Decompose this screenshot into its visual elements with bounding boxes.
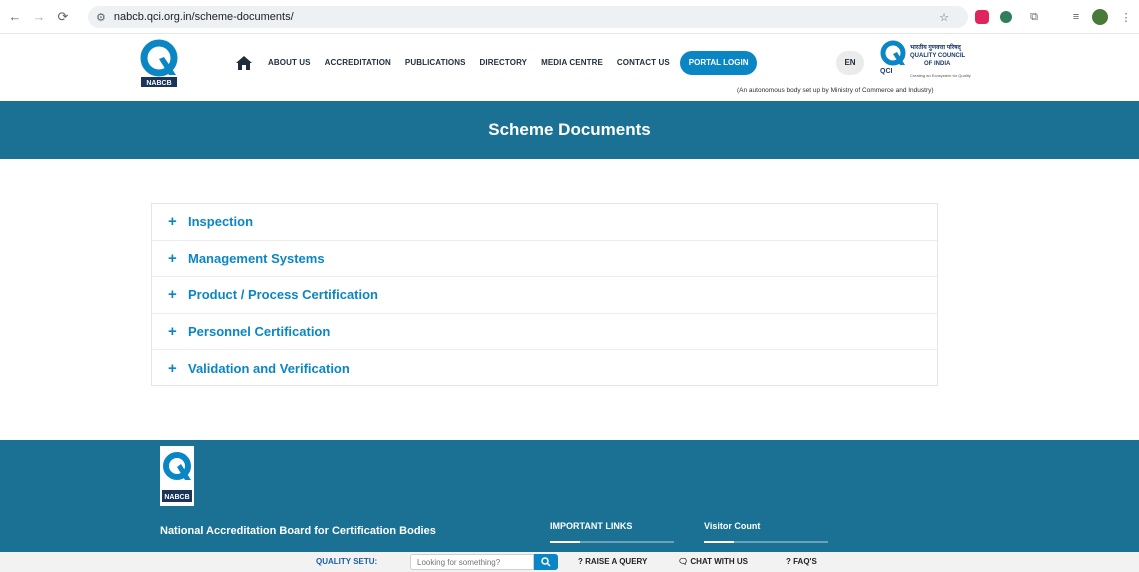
profile-avatar-icon[interactable]	[1092, 9, 1108, 25]
nav-about-us[interactable]: ABOUT US	[268, 51, 311, 75]
nav-contact-us[interactable]: CONTACT US	[617, 51, 670, 75]
footer-logo[interactable]: NABCB	[160, 446, 194, 506]
accordion-label: Inspection	[188, 214, 254, 230]
chat-icon: 🗨	[678, 557, 689, 566]
qci-abbreviation: QCI	[880, 68, 893, 75]
extension-icon[interactable]	[975, 10, 989, 24]
search-button[interactable]	[534, 554, 558, 570]
address-bar[interactable]: ⚙ nabcb.qci.org.in/scheme-documents/	[88, 6, 968, 28]
nav-accreditation[interactable]: ACCREDITATION	[325, 51, 391, 75]
back-icon[interactable]: ←	[6, 8, 24, 26]
chat-link[interactable]: 🗨 CHAT WITH US	[678, 557, 748, 566]
header-tagline: (An autonomous body set up by Ministry o…	[737, 87, 934, 94]
qci-logo-icon	[880, 40, 906, 66]
url-text: nabcb.qci.org.in/scheme-documents/	[113, 11, 294, 23]
main-nav: ABOUT US ACCREDITATION PUBLICATIONS DIRE…	[268, 51, 758, 75]
scheme-documents-accordion: + Inspection + Management Systems + Prod…	[151, 203, 938, 386]
accordion-item-validation-verification[interactable]: + Validation and Verification	[152, 350, 937, 387]
qci-name: भारतीय गुणवत्ता परिषद् QUALITY COUNCIL O…	[910, 45, 966, 67]
extension-icon[interactable]	[1000, 11, 1012, 23]
important-links-divider	[550, 541, 674, 543]
forward-icon[interactable]: →	[30, 8, 48, 26]
nav-publications[interactable]: PUBLICATIONS	[405, 51, 466, 75]
accordion-item-product-process-certification[interactable]: + Product / Process Certification	[152, 277, 937, 314]
accordion-label: Validation and Verification	[188, 361, 350, 377]
important-links-heading: IMPORTANT LINKS	[550, 521, 633, 531]
footer-logo-text: NABCB	[164, 494, 189, 501]
footer-logo-icon: NABCB	[160, 446, 194, 506]
plus-icon: +	[168, 213, 177, 231]
language-selector[interactable]: EN	[836, 51, 864, 75]
page-title: Scheme Documents	[488, 120, 651, 139]
site-header: NABCB ABOUT US ACCREDITATION PUBLICATION…	[0, 35, 1139, 101]
visitor-count-divider	[704, 541, 828, 543]
faqs-link[interactable]: ? FAQ'S	[786, 557, 817, 566]
plus-icon: +	[168, 249, 177, 267]
quality-setu-search-input[interactable]	[410, 554, 534, 570]
home-icon[interactable]	[236, 56, 252, 70]
visitor-count-heading: Visitor Count	[704, 521, 761, 531]
nav-directory[interactable]: DIRECTORY	[480, 51, 528, 75]
accordion-item-inspection[interactable]: + Inspection	[152, 204, 937, 241]
accordion-label: Personnel Certification	[188, 324, 331, 340]
portal-login-button[interactable]: PORTAL LOGIN	[679, 51, 758, 75]
qci-subtitle: Creating an Ecosystem for Quality	[910, 73, 971, 78]
plus-icon: +	[168, 323, 177, 341]
browser-menu-icon[interactable]: ⋮	[1118, 9, 1134, 25]
quality-setu-bar: QUALITY SETU: ? RAISE A QUERY 🗨 CHAT WIT…	[0, 552, 1139, 572]
accordion-label: Management Systems	[188, 250, 325, 266]
nabcb-logo[interactable]: NABCB	[136, 39, 182, 87]
logo-text: NABCB	[146, 80, 171, 87]
plus-icon: +	[168, 286, 177, 304]
site-info-icon[interactable]: ⚙	[96, 11, 106, 24]
extensions-puzzle-icon[interactable]: ⧉	[1026, 9, 1042, 25]
quality-setu-label: QUALITY SETU:	[316, 557, 378, 566]
reload-icon[interactable]: ⟳	[54, 8, 72, 26]
site-footer: NABCB National Accreditation Board for C…	[0, 440, 1139, 552]
raise-query-link[interactable]: ? RAISE A QUERY	[578, 557, 647, 566]
accordion-item-personnel-certification[interactable]: + Personnel Certification	[152, 314, 937, 351]
browser-toolbar: ← → ⟳ ⚙ nabcb.qci.org.in/scheme-document…	[0, 0, 1139, 34]
page-banner: Scheme Documents	[0, 101, 1139, 159]
search-icon	[541, 557, 551, 567]
footer-org-name: National Accreditation Board for Certifi…	[160, 525, 436, 537]
qci-logo[interactable]: भारतीय गुणवत्ता परिषद् QUALITY COUNCIL O…	[878, 40, 998, 84]
nabcb-logo-icon: NABCB	[140, 39, 178, 87]
bookmark-star-icon[interactable]: ☆	[936, 9, 952, 25]
accordion-item-management-systems[interactable]: + Management Systems	[152, 241, 937, 278]
accordion-label: Product / Process Certification	[188, 287, 378, 303]
plus-icon: +	[168, 360, 177, 378]
nav-media-centre[interactable]: MEDIA CENTRE	[541, 51, 603, 75]
reading-list-icon[interactable]: ≡	[1068, 9, 1084, 25]
